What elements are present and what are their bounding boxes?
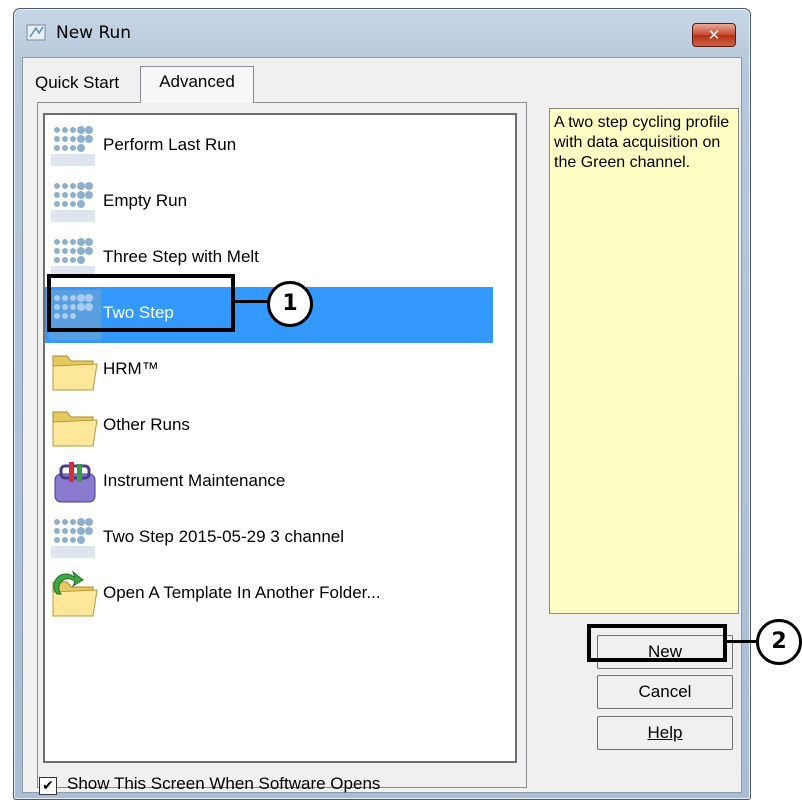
- description-panel: A two step cycling profile with data acq…: [549, 108, 739, 614]
- show-screen-label: Show This Screen When Software Opens: [67, 774, 381, 793]
- list-item-label: Empty Run: [103, 191, 188, 210]
- callout-1-marker: 1: [267, 281, 313, 327]
- list-item-label: Three Step with Melt: [103, 247, 259, 266]
- tab-advanced[interactable]: Advanced: [140, 66, 254, 103]
- list-item-label: HRM™: [103, 359, 159, 378]
- list-item-label: Instrument Maintenance: [103, 471, 286, 490]
- qiagen-template-icon: [51, 182, 95, 222]
- list-item[interactable]: Other Runs: [45, 399, 515, 455]
- close-button[interactable]: ✕: [692, 23, 736, 47]
- callout-2-number: 2: [771, 629, 787, 654]
- list-item-label: Other Runs: [103, 415, 190, 434]
- callout-2-connector: [725, 640, 759, 643]
- description-text: A two step cycling profile with data acq…: [554, 114, 730, 171]
- callout-2-highlight: [587, 624, 727, 662]
- open-folder-icon: [52, 570, 98, 617]
- callout-1-number: 1: [282, 291, 298, 316]
- close-icon: ✕: [707, 26, 721, 44]
- callout-1-highlight: [47, 274, 235, 332]
- list-item-label: Two Step 2015-05-29 3 channel: [103, 527, 345, 546]
- app-icon: [26, 24, 46, 41]
- toolbox-icon: [54, 462, 96, 503]
- window-title: New Run: [56, 23, 132, 43]
- help-button[interactable]: Help: [597, 716, 733, 750]
- callout-1-connector: [233, 300, 267, 303]
- title-bar[interactable]: New Run ✕: [14, 9, 750, 57]
- tab-label: Advanced: [159, 72, 235, 91]
- folder-icon: [52, 411, 98, 447]
- list-item-label: Open A Template In Another Folder...: [103, 583, 381, 602]
- list-item[interactable]: Instrument Maintenance: [45, 455, 515, 511]
- callout-2-marker: 2: [756, 619, 802, 665]
- show-screen-checkbox[interactable]: ✔: [39, 777, 57, 795]
- list-item-label: Perform Last Run: [103, 135, 237, 154]
- dialog-body: Quick Start Advanced Perform Last Run Em…: [22, 57, 742, 795]
- list-item[interactable]: Perform Last Run: [45, 119, 515, 175]
- qiagen-template-icon: [51, 126, 95, 166]
- qiagen-template-icon: [51, 518, 95, 558]
- help-button-label: Help: [647, 723, 683, 742]
- tab-quick-start[interactable]: Quick Start: [35, 68, 139, 98]
- template-list[interactable]: Perform Last Run Empty Run Three Step wi…: [43, 113, 517, 763]
- list-item[interactable]: Two Step 2015-05-29 3 channel: [45, 511, 515, 567]
- new-run-window: New Run ✕ Quick Start Advanced Perform L…: [13, 8, 751, 800]
- checkmark-icon: ✔: [42, 778, 54, 794]
- list-item[interactable]: Empty Run: [45, 175, 515, 231]
- tab-label: Quick Start: [35, 73, 120, 92]
- list-item[interactable]: Open A Template In Another Folder...: [45, 567, 515, 623]
- cancel-button[interactable]: Cancel: [597, 675, 733, 709]
- list-item[interactable]: HRM™: [45, 343, 515, 399]
- folder-icon: [52, 355, 98, 391]
- cancel-button-label: Cancel: [638, 682, 692, 701]
